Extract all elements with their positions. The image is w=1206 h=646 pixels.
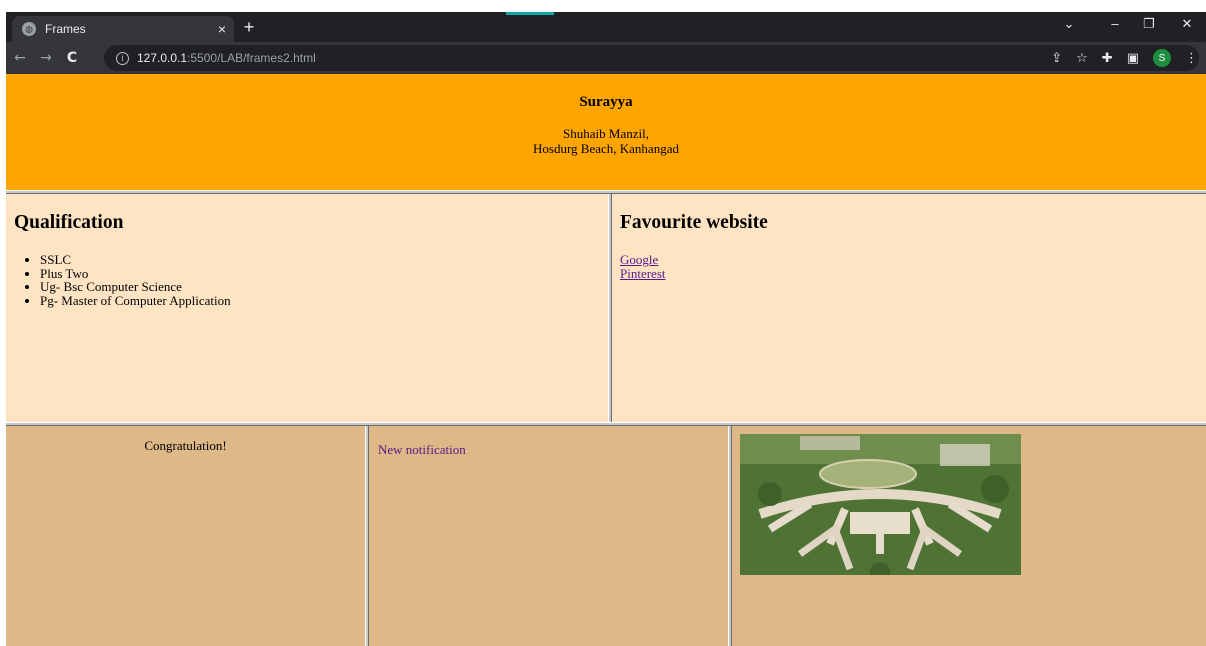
extensions-icon[interactable]: ✚ <box>1102 51 1113 66</box>
menu-icon[interactable]: ⋮ <box>1185 51 1198 66</box>
person-name: Surayya <box>579 94 633 110</box>
list-item: Pg- Master of Computer Application <box>40 293 600 308</box>
website-links: Google Pinterest <box>620 253 1198 281</box>
address-bar[interactable]: i 127.0.0.1 :5500/LAB/frames2.html <box>104 45 1199 71</box>
campus-aerial-image <box>740 434 1021 575</box>
header-frame: Surayya Shuhaib Manzil, Hosdurg Beach, K… <box>6 74 1206 190</box>
close-window-button[interactable]: ✕ <box>1172 16 1202 32</box>
forward-arrow-icon[interactable]: → <box>34 50 58 66</box>
qualification-frame: Qualification SSLC Plus Two Ug- Bsc Comp… <box>6 194 608 422</box>
profile-avatar[interactable]: S <box>1153 49 1171 67</box>
tab-search-chevron-down-icon[interactable]: ⌄ <box>1054 16 1084 32</box>
image-frame <box>732 426 1206 646</box>
minimize-button[interactable]: – <box>1100 16 1130 31</box>
list-item: Ug- Bsc Computer Science <box>40 280 600 294</box>
tab-title: Frames <box>45 22 86 36</box>
star-icon[interactable]: ☆ <box>1076 51 1088 66</box>
title-bar: ◍ Frames × + ⌄ – ❐ ✕ <box>6 12 1206 42</box>
toolbar-actions: ⇪ ☆ ✚ ▣ S ⋮ <box>1051 49 1198 67</box>
congratulation-text: Congratulation! <box>144 438 227 453</box>
back-arrow-icon[interactable]: ← <box>8 50 32 66</box>
list-item: Plus Two <box>40 266 600 281</box>
google-link[interactable]: Google <box>620 253 1198 267</box>
toolbar: ← → C i 127.0.0.1 :5500/LAB/frames2.html… <box>6 42 1206 74</box>
tab-frames[interactable]: ◍ Frames × <box>12 16 234 42</box>
favourite-website-frame: Favourite website Google Pinterest <box>612 194 1206 422</box>
side-panel-icon[interactable]: ▣ <box>1127 51 1139 66</box>
notification-frame: New notification <box>369 426 728 646</box>
share-icon[interactable]: ⇪ <box>1051 51 1062 66</box>
favourite-website-heading: Favourite website <box>620 212 768 233</box>
globe-icon: ◍ <box>22 22 36 36</box>
tab-close-icon[interactable]: × <box>218 21 226 37</box>
site-info-icon[interactable]: i <box>116 51 129 65</box>
address-line-1: Shuhaib Manzil, <box>563 126 649 141</box>
address: Shuhaib Manzil, Hosdurg Beach, Kanhangad <box>6 126 1206 156</box>
url-path: :5500/LAB/frames2.html <box>187 51 316 65</box>
qualification-list: SSLC Plus Two Ug- Bsc Computer Science P… <box>14 253 600 307</box>
qualification-heading: Qualification <box>14 212 124 233</box>
pinterest-link[interactable]: Pinterest <box>620 267 1198 281</box>
reload-icon[interactable]: C <box>60 50 84 66</box>
notification-text[interactable]: New notification <box>378 442 728 458</box>
frameset-page: Surayya Shuhaib Manzil, Hosdurg Beach, K… <box>6 74 1206 646</box>
restore-button[interactable]: ❐ <box>1134 16 1164 32</box>
new-tab-button[interactable]: + <box>238 16 260 38</box>
congratulation-frame: Congratulation! <box>6 426 365 646</box>
accent-strip <box>506 12 554 15</box>
list-item: SSLC <box>40 253 600 267</box>
address-line-2: Hosdurg Beach, Kanhangad <box>533 141 679 156</box>
url-host: 127.0.0.1 <box>137 51 188 65</box>
browser-chrome: ◍ Frames × + ⌄ – ❐ ✕ ← → C i 127.0.0.1 :… <box>6 12 1206 74</box>
